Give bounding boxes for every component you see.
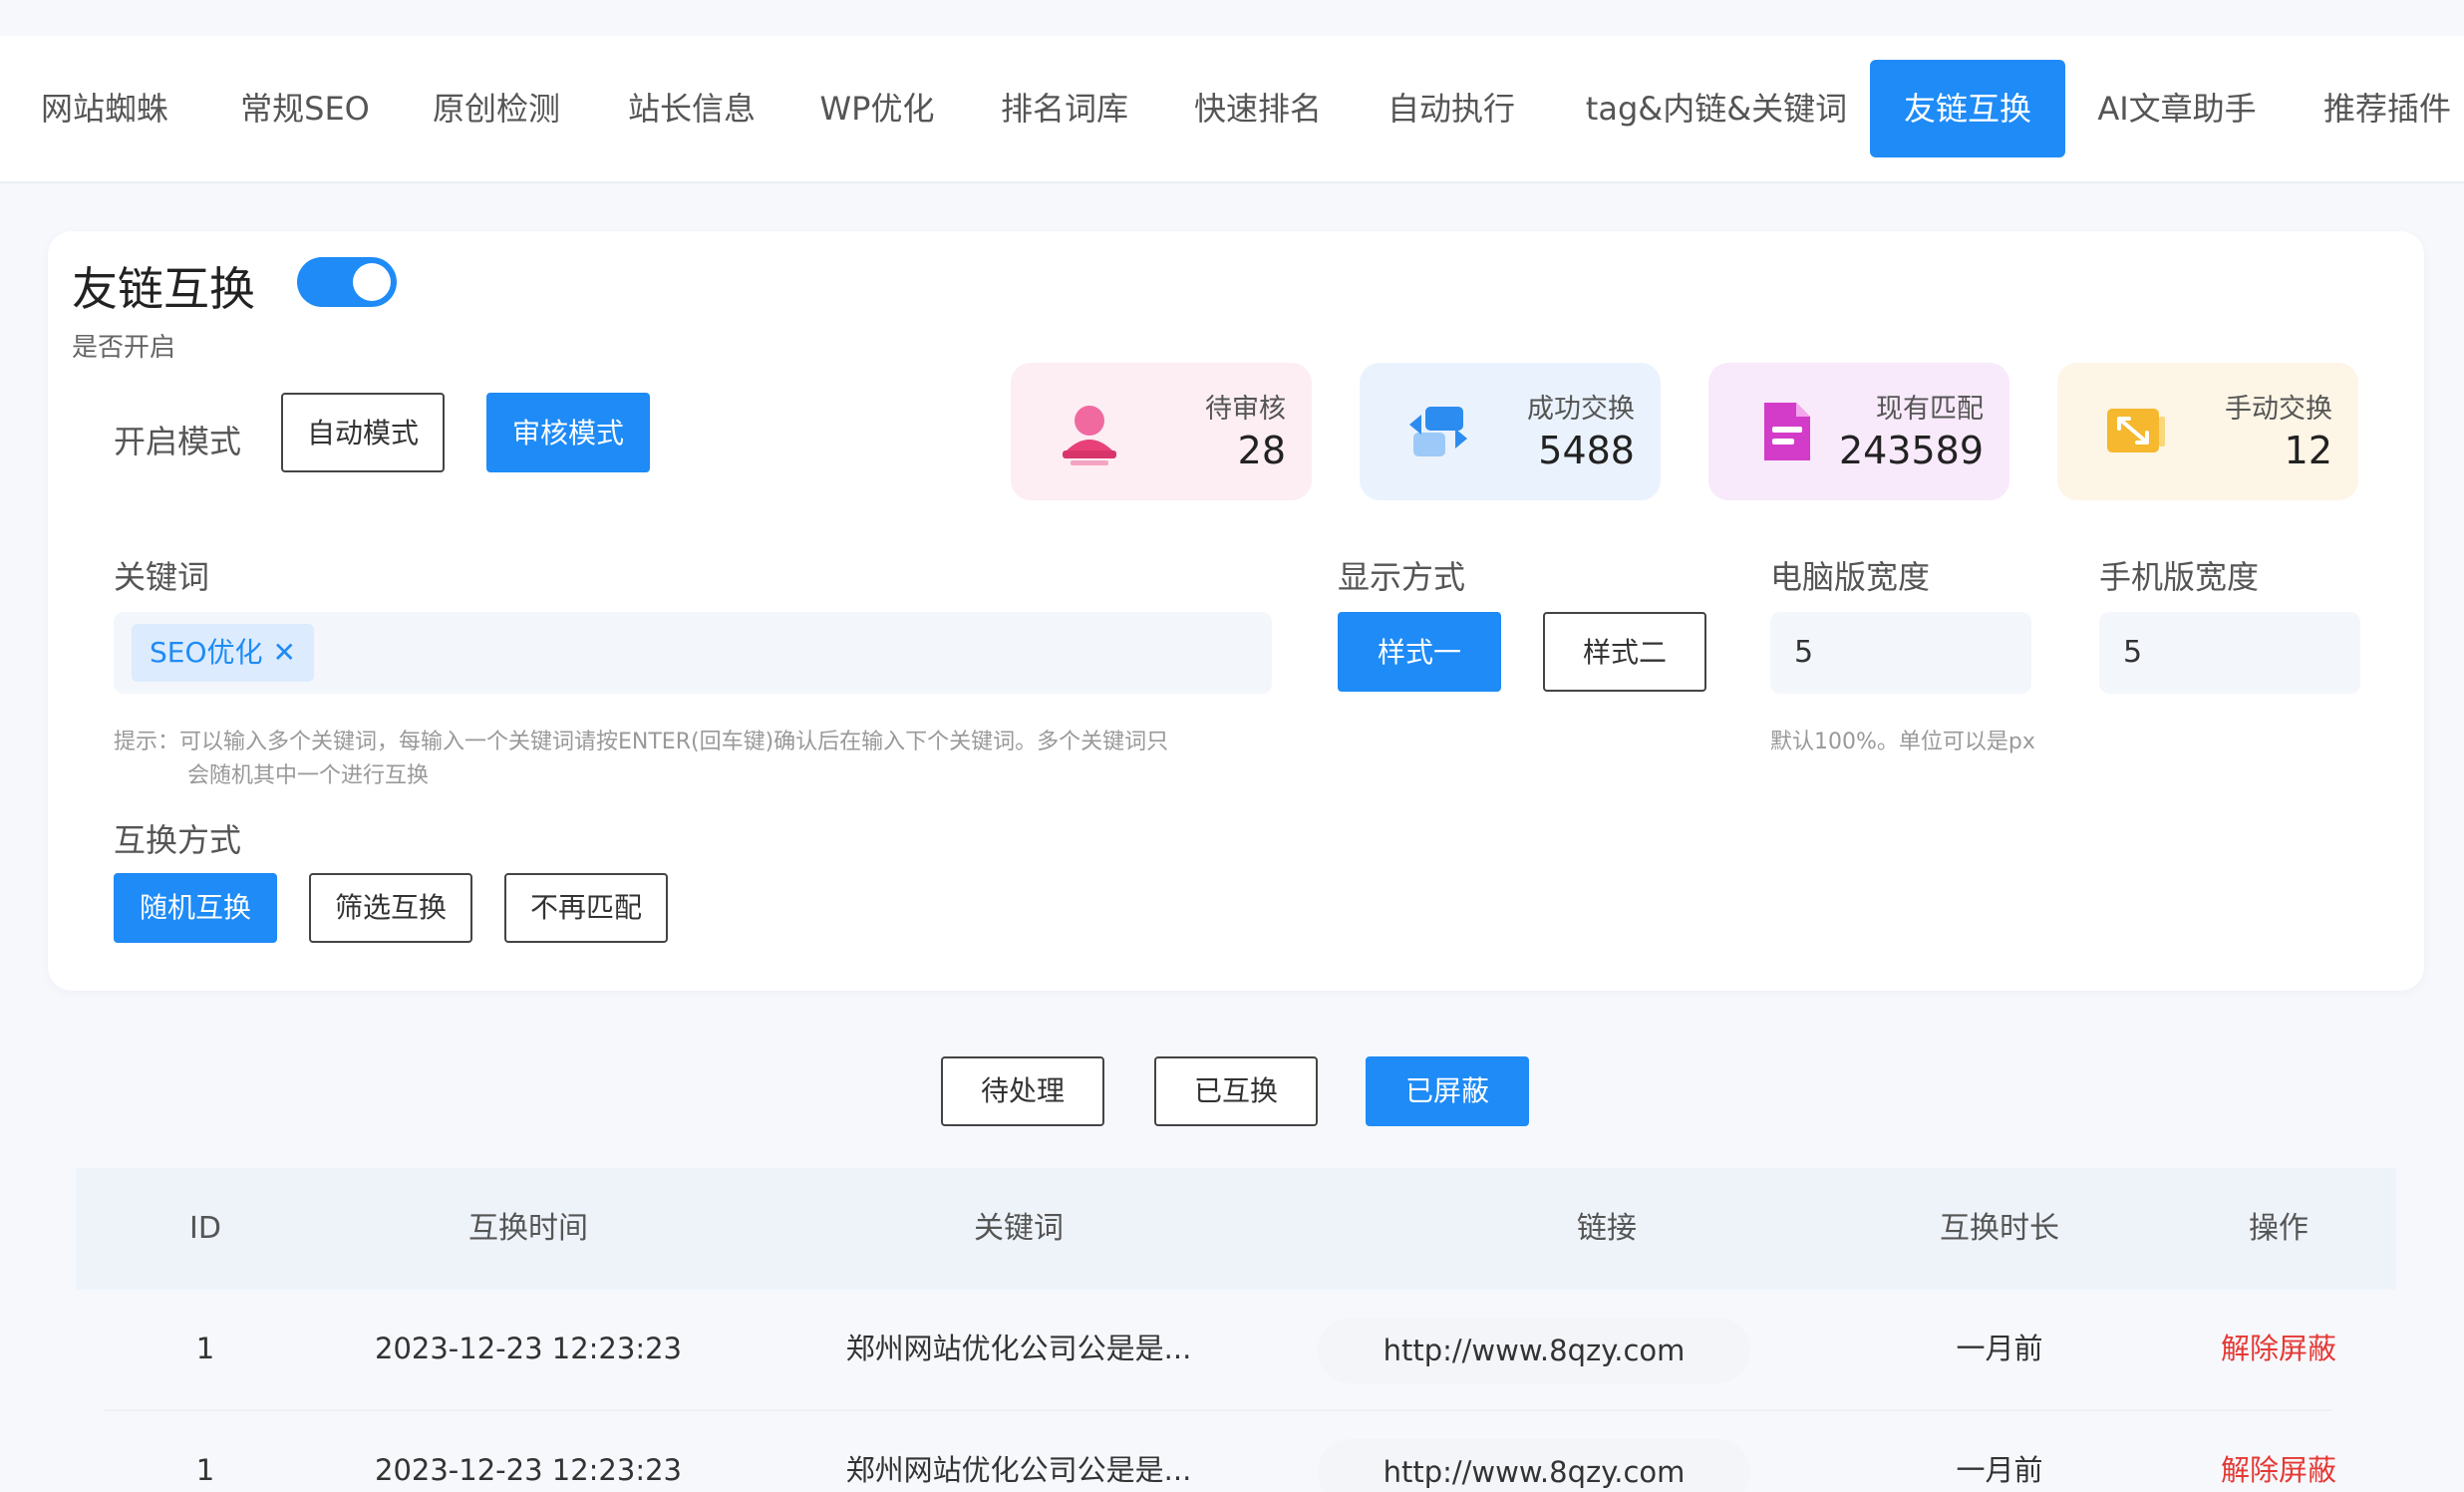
stat-label: 待审核	[1205, 394, 1286, 425]
cell-link[interactable]: http://www.8qzy.com	[1318, 1439, 1750, 1492]
pc-width-input[interactable]: 5	[1770, 612, 2031, 694]
remove-chip-icon[interactable]: ✕	[273, 636, 296, 669]
unblock-button[interactable]: 解除屏蔽	[2179, 1288, 2378, 1409]
mode-label: 开启模式	[114, 423, 242, 460]
chip-label: SEO优化	[150, 636, 263, 669]
header-time: 互换时间	[468, 1211, 588, 1246]
width-hint: 默认100%。单位可以是px	[1770, 730, 2035, 754]
cell-time: 2023-12-23 12:23:23	[375, 1332, 682, 1365]
header-id: ID	[189, 1211, 221, 1246]
mobile-width-value: 5	[2123, 635, 2143, 670]
stat-value: 12	[2284, 429, 2332, 472]
stat-label: 手动交换	[2225, 394, 2332, 425]
toggle-caption: 是否开启	[72, 333, 176, 363]
enable-toggle[interactable]	[297, 257, 397, 307]
unblock-button[interactable]: 解除屏蔽	[2179, 1409, 2378, 1492]
tab-auto-execute[interactable]: 自动执行	[1370, 60, 1533, 157]
keyword-input[interactable]: SEO优化 ✕	[114, 612, 1272, 694]
keyword-hint-line1: 提示：可以输入多个关键词，每输入一个关键词请按ENTER(回车键)确认后在输入下…	[114, 730, 1169, 754]
filter-blocked-button[interactable]: 已屏蔽	[1366, 1056, 1529, 1126]
pc-width-label: 电脑版宽度	[1770, 558, 1931, 596]
no-rematch-button[interactable]: 不再匹配	[504, 873, 668, 943]
stat-value: 243589	[1838, 429, 1984, 472]
cell-id: 1	[195, 1453, 215, 1487]
keyword-chip: SEO优化 ✕	[132, 624, 314, 682]
cell-keyword: 郑州网站优化公司公是是...	[845, 1453, 1192, 1487]
cell-link[interactable]: http://www.8qzy.com	[1318, 1318, 1750, 1383]
mobile-width-label: 手机版宽度	[2099, 558, 2260, 596]
stat-value: 28	[1237, 429, 1286, 472]
exchange-label: 互换方式	[114, 821, 242, 859]
style-two-button[interactable]: 样式二	[1543, 612, 1706, 692]
header-keyword: 关键词	[974, 1211, 1064, 1246]
cell-id: 1	[195, 1332, 215, 1365]
table-row: 1 2023-12-23 12:23:23 郑州网站优化公司公是是... htt…	[76, 1288, 2396, 1409]
filter-pending-button[interactable]: 待处理	[941, 1056, 1104, 1126]
tab-friend-link-exchange[interactable]: 友链互换	[1870, 60, 2065, 157]
style-one-button[interactable]: 样式一	[1338, 612, 1501, 692]
tab-wp-optimize[interactable]: WP优化	[801, 60, 953, 157]
table-row: 1 2023-12-23 12:23:23 郑州网站优化公司公是是... htt…	[76, 1409, 2396, 1492]
cell-time: 2023-12-23 12:23:23	[375, 1453, 682, 1487]
stat-label: 成功交换	[1527, 394, 1635, 425]
tab-tag-internal-links-keywords[interactable]: tag&内链&关键词	[1571, 60, 1862, 157]
tab-ai-article-assistant[interactable]: AI文章助手	[2093, 60, 2261, 157]
settings-card: 友链互换 是否开启 开启模式 自动模式 审核模式 待审核 28 成功交换 548…	[48, 231, 2424, 991]
user-stamp-icon	[1063, 406, 1116, 465]
tab-quick-ranking[interactable]: 快速排名	[1176, 60, 1340, 157]
header-action: 操作	[2249, 1211, 2309, 1246]
cell-duration: 一月前	[1956, 1332, 2043, 1365]
cell-keyword: 郑州网站优化公司公是是...	[845, 1332, 1192, 1365]
page-title: 友链互换	[72, 262, 255, 316]
table-header: ID 互换时间 关键词 链接 互换时长 操作	[76, 1168, 2396, 1290]
tab-originality-check[interactable]: 原创检测	[415, 60, 578, 157]
stat-successful-exchange: 成功交换 5488	[1360, 363, 1661, 500]
pc-width-value: 5	[1794, 635, 1814, 670]
stat-value: 5488	[1538, 429, 1635, 472]
filter-exchanged-button[interactable]: 已互换	[1154, 1056, 1318, 1126]
keyword-label: 关键词	[114, 558, 210, 596]
tab-webmaster-info[interactable]: 站长信息	[610, 60, 773, 157]
header-link: 链接	[1577, 1211, 1637, 1246]
toggle-knob	[353, 263, 391, 301]
exchange-arrows-icon	[1409, 407, 1467, 456]
tab-recommended-plugins[interactable]: 推荐插件	[2320, 60, 2454, 157]
display-label: 显示方式	[1338, 558, 1466, 596]
stat-pending-review: 待审核 28	[1011, 363, 1312, 500]
keyword-hint-line2: 会随机其中一个进行互换	[187, 763, 430, 788]
tab-ranking-lexicon[interactable]: 排名词库	[983, 60, 1146, 157]
cell-duration: 一月前	[1956, 1453, 2043, 1487]
stat-existing-matches: 现有匹配 243589	[1708, 363, 2009, 500]
top-nav: 网站蜘蛛 常规SEO 原创检测 站长信息 WP优化 排名词库 快速排名 自动执行…	[0, 36, 2464, 183]
tab-regular-seo[interactable]: 常规SEO	[221, 60, 389, 157]
filter-exchange-button[interactable]: 筛选互换	[309, 873, 472, 943]
review-mode-button[interactable]: 审核模式	[486, 393, 650, 472]
document-icon	[1764, 403, 1810, 460]
header-duration: 互换时长	[1940, 1211, 2059, 1246]
auto-mode-button[interactable]: 自动模式	[281, 393, 445, 472]
mobile-width-input[interactable]: 5	[2099, 612, 2360, 694]
stat-manual-exchange: 手动交换 12	[2057, 363, 2358, 500]
resize-arrows-icon	[2107, 409, 2165, 452]
random-exchange-button[interactable]: 随机互换	[114, 873, 277, 943]
stat-label: 现有匹配	[1876, 394, 1984, 425]
tab-website-spider[interactable]: 网站蜘蛛	[30, 60, 179, 157]
